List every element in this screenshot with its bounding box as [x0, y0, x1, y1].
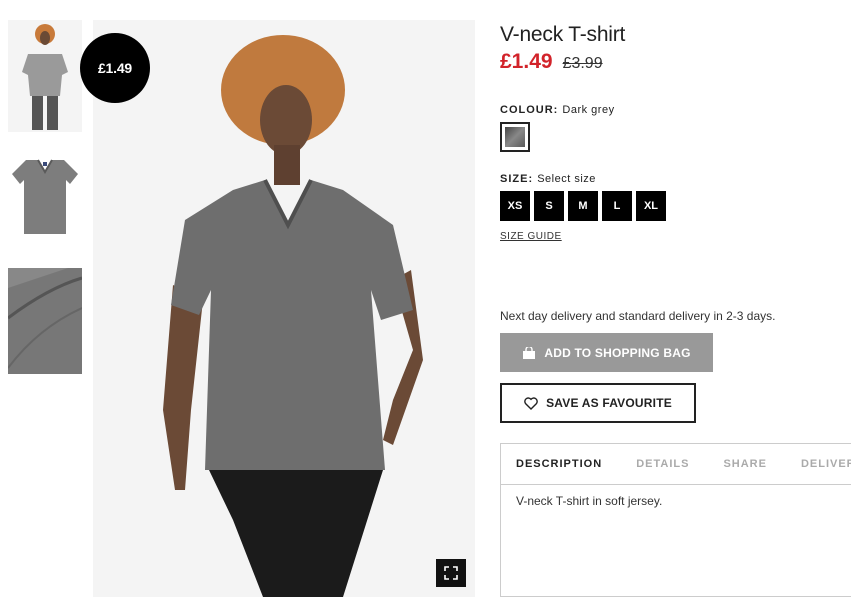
tab-delivery[interactable]: DELIVERY: [801, 458, 851, 470]
add-to-bag-label: ADD TO SHOPPING BAG: [544, 345, 691, 360]
thumbnail-model-front[interactable]: [8, 20, 82, 132]
original-price: £3.99: [562, 55, 603, 72]
product-info-tabs: DESCRIPTION DETAILS SHARE DELIVERY V-nec…: [500, 443, 851, 597]
colour-value: Dark grey: [562, 104, 615, 116]
delivery-note: Next day delivery and standard delivery …: [500, 309, 776, 323]
add-to-bag-button[interactable]: ADD TO SHOPPING BAG: [500, 333, 713, 372]
colour-label: COLOUR: Dark grey: [500, 104, 615, 116]
thumbnail-flat-lay[interactable]: [8, 156, 82, 238]
size-option-s[interactable]: S: [534, 191, 564, 221]
size-option-l[interactable]: L: [602, 191, 632, 221]
product-details: V-neck T-shirt £1.49 £3.99 COLOUR: Dark …: [500, 0, 851, 597]
thumbnail-flat-image: [8, 156, 82, 238]
size-value: Select size: [537, 173, 596, 185]
price-row: £1.49 £3.99: [500, 50, 603, 74]
model-image: [93, 20, 475, 597]
bag-icon: [523, 346, 536, 359]
save-favourite-button[interactable]: SAVE AS FAVOURITE: [500, 383, 696, 423]
size-option-xl[interactable]: XL: [636, 191, 666, 221]
size-option-xs[interactable]: XS: [500, 191, 530, 221]
tab-description[interactable]: DESCRIPTION: [516, 458, 602, 470]
description-text: V-neck T-shirt in soft jersey.: [516, 494, 663, 508]
tab-share[interactable]: SHARE: [723, 458, 767, 470]
size-label-title: SIZE:: [500, 173, 534, 185]
thumbnail-fabric-image: [8, 268, 82, 374]
size-guide-link[interactable]: SIZE GUIDE: [500, 231, 562, 242]
main-product-image[interactable]: [93, 20, 475, 597]
tab-bar: DESCRIPTION DETAILS SHARE DELIVERY: [501, 444, 851, 485]
sale-price: £1.49: [500, 50, 553, 73]
colour-label-title: COLOUR:: [500, 104, 559, 116]
price-badge: £1.49: [80, 33, 150, 103]
fullscreen-icon: [444, 566, 458, 580]
size-options: XS S M L XL: [500, 191, 666, 221]
fullscreen-button[interactable]: [436, 559, 466, 587]
thumbnail-fabric[interactable]: [8, 268, 82, 374]
thumbnail-model-image: [8, 20, 82, 132]
save-favourite-label: SAVE AS FAVOURITE: [546, 396, 672, 410]
size-option-m[interactable]: M: [568, 191, 598, 221]
colour-swatch-dark-grey[interactable]: [500, 122, 530, 152]
heart-icon: [524, 396, 538, 410]
tab-details[interactable]: DETAILS: [636, 458, 689, 470]
product-title: V-neck T-shirt: [500, 23, 626, 46]
size-label: SIZE: Select size: [500, 173, 596, 185]
